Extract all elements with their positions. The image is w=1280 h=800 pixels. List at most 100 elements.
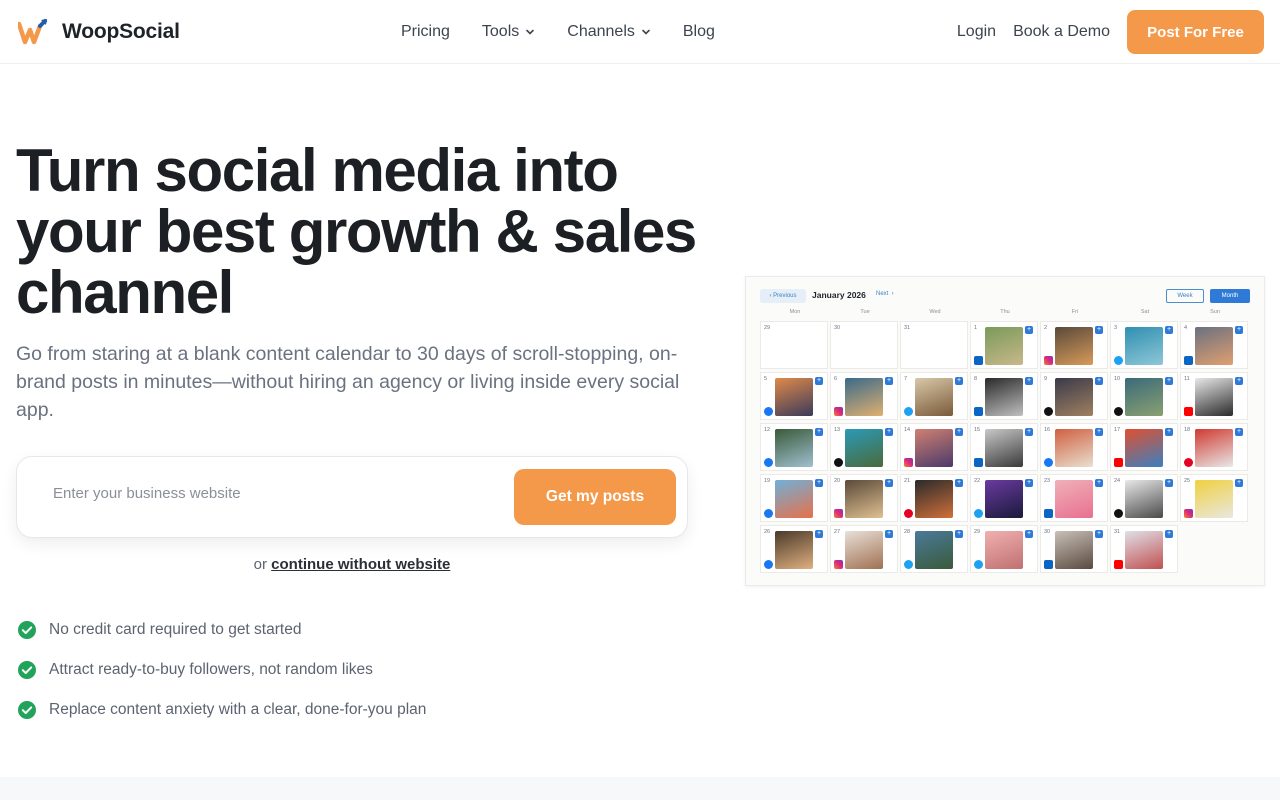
- add-post-icon: +: [1025, 479, 1033, 487]
- nav-blog[interactable]: Blog: [683, 20, 715, 44]
- book-demo-link[interactable]: Book a Demo: [1013, 23, 1110, 41]
- add-post-icon: +: [885, 428, 893, 436]
- twitter-icon: [904, 407, 913, 416]
- calendar-day-number: 24: [1114, 478, 1121, 484]
- calendar-day-cell: 11 +: [1180, 372, 1248, 420]
- woopsocial-logo-icon: [18, 19, 47, 45]
- post-for-free-button[interactable]: Post For Free: [1127, 10, 1264, 54]
- weekday-label: Mon: [789, 309, 801, 315]
- calendar-day-cell: 9 +: [1040, 372, 1108, 420]
- linkedin-icon: [1044, 509, 1053, 518]
- hero-subtitle: Go from staring at a blank content calen…: [16, 343, 680, 421]
- add-post-icon: +: [815, 479, 823, 487]
- post-thumbnail: [1055, 429, 1093, 467]
- calendar-day-number: 13: [834, 427, 841, 433]
- calendar-day-number: 23: [1044, 478, 1051, 484]
- tiktok-icon: [1114, 509, 1123, 518]
- calendar-day-cell: 5 +: [760, 372, 828, 420]
- nav-tools[interactable]: Tools: [482, 20, 535, 44]
- post-thumbnail: [1125, 429, 1163, 467]
- calendar-day-cell: 23 +: [1040, 474, 1108, 522]
- post-thumbnail: [1055, 480, 1093, 518]
- calendar-day-cell: 18 +: [1180, 423, 1248, 471]
- post-thumbnail: [1125, 378, 1163, 416]
- add-post-icon: +: [1165, 377, 1173, 385]
- instagram-icon: [1184, 509, 1193, 518]
- calendar-day-cell: 25 +: [1180, 474, 1248, 522]
- post-thumbnail: [1195, 378, 1233, 416]
- youtube-icon: [1114, 458, 1123, 467]
- chevron-down-icon: [526, 29, 535, 35]
- post-thumbnail: [845, 531, 883, 569]
- add-post-icon: +: [1095, 530, 1103, 538]
- facebook-icon: [764, 560, 773, 569]
- calendar-grid: 29 30 31 1 +2 +3 +4 +5 +6 +7 +8 +9 +10 +11 +12 +13 +14 +1…: [760, 321, 1250, 576]
- post-thumbnail: [915, 531, 953, 569]
- add-post-icon: +: [1095, 428, 1103, 436]
- continue-without-website-link[interactable]: continue without website: [271, 556, 450, 573]
- pinterest-icon: [1184, 458, 1193, 467]
- add-post-icon: +: [885, 530, 893, 538]
- calendar-day-number: 12: [764, 427, 771, 433]
- facebook-icon: [1044, 458, 1053, 467]
- linkedin-icon: [974, 407, 983, 416]
- calendar-month-button: Month: [1210, 289, 1250, 303]
- linkedin-icon: [974, 356, 983, 365]
- add-post-icon: +: [1165, 326, 1173, 334]
- benefit-item: Attract ready-to-buy followers, not rand…: [16, 650, 426, 690]
- calendar-day-number: 29: [974, 529, 981, 535]
- calendar-day-cell: 29 +: [970, 525, 1038, 573]
- add-post-icon: +: [885, 479, 893, 487]
- post-thumbnail: [1055, 531, 1093, 569]
- calendar-day-cell: 31 +: [1110, 525, 1178, 573]
- chevron-down-icon: [642, 29, 650, 35]
- check-circle-icon: [18, 701, 36, 719]
- calendar-day-number: 30: [834, 325, 841, 331]
- pinterest-icon: [904, 509, 913, 518]
- login-link[interactable]: Login: [957, 23, 996, 41]
- calendar-day-cell: 13 +: [830, 423, 898, 471]
- get-my-posts-button[interactable]: Get my posts: [514, 469, 676, 525]
- post-thumbnail: [985, 327, 1023, 365]
- calendar-day-cell: 1 +: [970, 321, 1038, 369]
- post-thumbnail: [915, 429, 953, 467]
- calendar-month-view-label: Month: [1221, 293, 1239, 299]
- calendar-day-cell: 19 +: [760, 474, 828, 522]
- calendar-day-cell: 29: [760, 321, 828, 369]
- calendar-day-number: 22: [974, 478, 981, 484]
- post-thumbnail: [1125, 327, 1163, 365]
- benefit-text: Attract ready-to-buy followers, not rand…: [49, 661, 373, 678]
- calendar-previous-button: ‹ Previous: [760, 289, 806, 303]
- instagram-icon: [1044, 356, 1053, 365]
- next-section-edge: [0, 777, 1280, 800]
- brand-logo[interactable]: WoopSocial: [18, 18, 180, 46]
- post-thumbnail: [1055, 327, 1093, 365]
- linkedin-icon: [1184, 356, 1193, 365]
- calendar-day-number: 26: [764, 529, 771, 535]
- post-thumbnail: [775, 480, 813, 518]
- calendar-day-number: 3: [1114, 325, 1118, 331]
- add-post-icon: +: [815, 428, 823, 436]
- nav-pricing[interactable]: Pricing: [401, 20, 450, 44]
- add-post-icon: +: [1025, 377, 1033, 385]
- weekday-label: Thu: [1000, 309, 1010, 315]
- add-post-icon: +: [1025, 530, 1033, 538]
- calendar-day-cell: 12 +: [760, 423, 828, 471]
- twitter-icon: [974, 509, 983, 518]
- calendar-day-cell: 3 +: [1110, 321, 1178, 369]
- calendar-day-number: 18: [1184, 427, 1191, 433]
- calendar-day-number: 10: [1114, 376, 1121, 382]
- nav-channels[interactable]: Channels: [567, 20, 651, 44]
- calendar-day-cell: 8 +: [970, 372, 1038, 420]
- tiktok-icon: [1044, 407, 1053, 416]
- main-nav: Pricing Tools Channels Blog: [401, 20, 747, 44]
- alt-prefix: or: [253, 556, 267, 573]
- calendar-day-number: 11: [1184, 376, 1190, 382]
- benefit-text: Replace content anxiety with a clear, do…: [49, 701, 427, 718]
- nav-pricing-label: Pricing: [401, 23, 450, 40]
- calendar-day-cell: 21 +: [900, 474, 968, 522]
- post-thumbnail: [1055, 378, 1093, 416]
- calendar-day-cell: 6 +: [830, 372, 898, 420]
- calendar-day-cell: 20 +: [830, 474, 898, 522]
- website-input[interactable]: [53, 485, 493, 502]
